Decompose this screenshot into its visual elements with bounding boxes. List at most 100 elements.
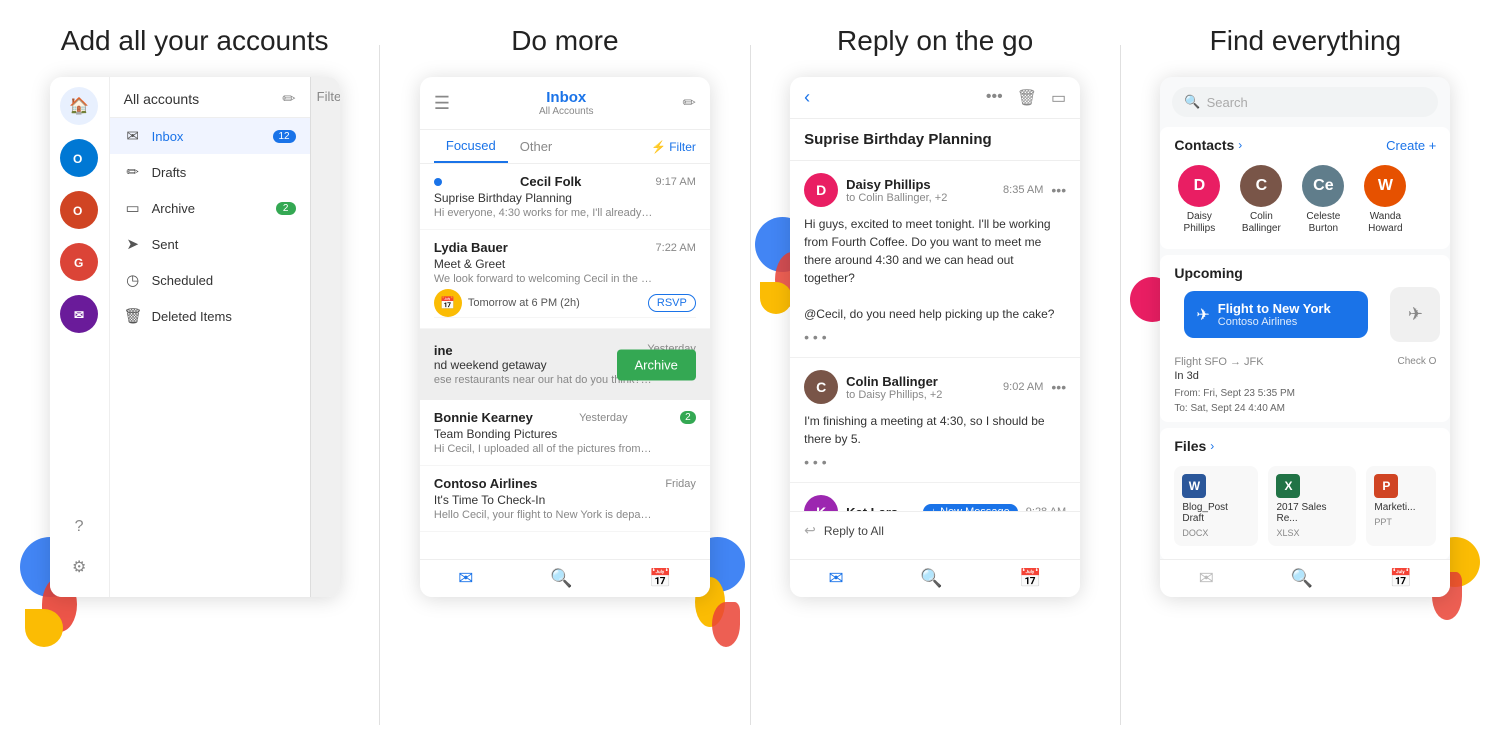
s3-msg-0-time: 8:35 AM [1003, 184, 1043, 196]
section-find: Find everything 🔍 Search Conta [1121, 25, 1490, 725]
s2-email-3[interactable]: Bonnie Kearney Yesterday 2 Team Bonding … [420, 400, 710, 466]
s1-scheduled-icon: ◷ [124, 271, 142, 289]
s3-avatar-0: D [804, 173, 838, 207]
s3-msg-0-more[interactable]: ••• [1051, 182, 1066, 198]
s2-archive-btn[interactable]: Archive [617, 349, 696, 380]
s1-compose-icon[interactable]: ✏ [282, 89, 295, 109]
s2-cal-text: Tomorrow at 6 PM (2h) [468, 297, 580, 309]
section-add-accounts: Add all your accounts 🏠 O O [10, 25, 379, 725]
s4-search-bar[interactable]: 🔍 Search [1172, 87, 1438, 117]
s2-hamburger-icon[interactable]: ☰ [434, 93, 450, 114]
s2-nav-mail-icon[interactable]: ✉ [458, 568, 473, 589]
s2-email-0-time: 9:17 AM [656, 176, 696, 188]
s3-nav-search-icon[interactable]: 🔍 [920, 568, 942, 589]
s1-gmail-icon[interactable]: G [60, 243, 98, 281]
s3-msg-1-more[interactable]: ••• [1051, 379, 1066, 395]
s4-contacts-more[interactable]: › [1238, 138, 1242, 152]
s1-menu-inbox[interactable]: ✉ Inbox 12 [110, 118, 310, 154]
s4-nav-search-icon[interactable]: 🔍 [1291, 568, 1313, 589]
s1-help-icon[interactable]: ? [64, 512, 94, 542]
s3-reply-icon[interactable]: ↩ [804, 522, 816, 539]
s2-calendar-row: 📅 Tomorrow at 6 PM (2h) RSVP [434, 285, 696, 318]
s4-contact-avatar-2: Ce [1302, 165, 1344, 207]
s1-menu-scheduled[interactable]: ◷ Scheduled [110, 262, 310, 298]
s2-email-0[interactable]: Cecil Folk 9:17 AM Suprise Birthday Plan… [420, 164, 710, 230]
s3-header: ‹ ••• 🗑 ▭ [790, 77, 1080, 119]
s4-contact-0[interactable]: D DaisyPhillips [1174, 165, 1224, 235]
section-1-title: Add all your accounts [61, 25, 329, 57]
s2-filter-btn[interactable]: ⚡ Filter [651, 140, 696, 154]
s4-file-1-ext: XLSX [1276, 528, 1348, 538]
s1-menu-sent[interactable]: ➤ Sent [110, 226, 310, 262]
s4-flight-icon: ✈ [1196, 305, 1209, 325]
s2-tab-other[interactable]: Other [508, 131, 565, 162]
s4-contact-name-2: CelesteBurton [1306, 211, 1340, 235]
s3-subject: Suprise Birthday Planning [790, 119, 1080, 161]
s4-nav-calendar-icon[interactable]: 📅 [1390, 568, 1412, 589]
s2-swipe-email[interactable]: ine Yesterday nd weekend getaway ese res… [420, 329, 710, 400]
s4-contact-3[interactable]: W WandaHoward [1360, 165, 1410, 235]
s1-office-icon[interactable]: O [60, 191, 98, 229]
s4-file-2[interactable]: P Marketi... PPT [1366, 466, 1436, 546]
s2-nav-calendar-icon[interactable]: 📅 [649, 568, 671, 589]
s4-files-section: Files › W Blog_Post Draft DOCX X 2017 Sa… [1160, 428, 1450, 560]
s2-nav-search-icon[interactable]: 🔍 [550, 568, 572, 589]
s4-nav-bar: ✉ 🔍 📅 [1160, 559, 1450, 597]
svg-text:G: G [74, 256, 83, 270]
s1-menu-archive[interactable]: ▭ Archive 2 [110, 190, 310, 226]
s1-menu-deleted[interactable]: 🗑 Deleted Items [110, 298, 310, 334]
s2-cal-badge: 📅 [434, 289, 462, 317]
s3-nav-calendar-icon[interactable]: 📅 [1019, 568, 1041, 589]
s3-msg-1-ellipsis: • • • [804, 454, 1066, 470]
s1-sent-icon: ➤ [124, 235, 142, 253]
s2-compose-icon[interactable]: ✏ [682, 93, 695, 113]
s2-email-4-preview: Hello Cecil, your flight to New York is … [434, 509, 654, 521]
s3-archive-icon[interactable]: ▭ [1051, 88, 1066, 108]
s3-msg-1-to: to Daisy Phillips, +2 [846, 389, 995, 401]
s4-contact-1[interactable]: C ColinBallinger [1236, 165, 1286, 235]
s1-mail-icon[interactable]: ✉ [60, 295, 98, 333]
s3-msg-0-sender: Daisy Phillips [846, 177, 995, 192]
s2-rsvp-btn[interactable]: RSVP [648, 294, 696, 312]
s4-upcoming-header: Upcoming [1160, 259, 1450, 287]
s3-delete-icon[interactable]: 🗑 [1017, 88, 1037, 108]
s1-header: All accounts ✏ [110, 77, 310, 118]
s2-tab-focused[interactable]: Focused [434, 130, 508, 163]
s2-email-4[interactable]: Contoso Airlines Friday It's Time To Che… [420, 466, 710, 532]
s4-phone-mockup: 🔍 Search Contacts › Create + D DaisyPhil… [1160, 77, 1450, 597]
s4-contact-2[interactable]: Ce CelesteBurton [1298, 165, 1348, 235]
s3-phone-mockup: ‹ ••• 🗑 ▭ Suprise Birthday Planning D Da… [790, 77, 1080, 597]
s3-msg-1-body: I'm finishing a meeting at 4:30, so I sh… [804, 412, 1066, 448]
s1-drafts-icon: ✏ [124, 163, 142, 181]
s1-menu-drafts[interactable]: ✏ Drafts [110, 154, 310, 190]
s1-settings-icon[interactable]: ⚙ [64, 552, 94, 582]
s1-all-accounts-label: All accounts [124, 91, 199, 107]
s4-files-more[interactable]: › [1210, 439, 1214, 453]
s1-home-button[interactable]: 🏠 [60, 87, 98, 125]
s3-reply-all-label[interactable]: Reply to All [824, 524, 884, 538]
s4-file-0[interactable]: W Blog_Post Draft DOCX [1174, 466, 1258, 546]
s1-outlook-icon[interactable]: O [60, 139, 98, 177]
s2-email-3-sender: Bonnie Kearney [434, 410, 533, 425]
s4-flight-card[interactable]: ✈ Flight to New York Contoso Airlines [1184, 291, 1368, 338]
s1-deleted-label: Deleted Items [152, 309, 296, 324]
s3-nav-bar: ✉ 🔍 📅 [790, 559, 1080, 597]
s4-contact-name-3: WandaHoward [1368, 211, 1402, 235]
s2-unread-dot [434, 178, 442, 186]
s3-msg-1-info: Colin Ballinger to Daisy Phillips, +2 [846, 374, 995, 401]
s2-email-1[interactable]: Lydia Bauer 7:22 AM Meet & Greet We look… [420, 230, 710, 329]
s2-inbox-title: Inbox [539, 89, 593, 106]
s4-route-in: In 3d [1174, 370, 1263, 382]
s4-flight-card-2[interactable]: ✈ [1390, 287, 1440, 342]
s4-file-1[interactable]: X 2017 Sales Re... XLSX [1268, 466, 1356, 546]
s4-flight-airline: Contoso Airlines [1218, 316, 1331, 328]
s3-nav-mail-icon[interactable]: ✉ [828, 568, 843, 589]
s4-upcoming-title: Upcoming [1174, 265, 1242, 281]
s3-more-icon[interactable]: ••• [986, 88, 1003, 108]
s3-back-btn[interactable]: ‹ [804, 87, 810, 108]
s2-email-2-sender: ine [434, 343, 453, 358]
s4-nav-mail-icon[interactable]: ✉ [1199, 568, 1214, 589]
s4-create-btn[interactable]: Create + [1386, 138, 1436, 153]
s1-inbox-icon: ✉ [124, 127, 142, 145]
s2-filter-label: Filter [669, 140, 696, 154]
